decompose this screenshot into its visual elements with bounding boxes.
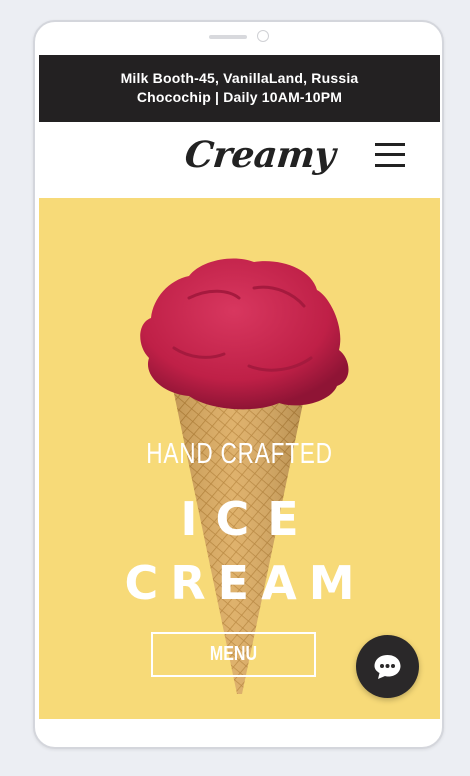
chat-button[interactable] [356, 635, 419, 698]
info-bar: Milk Booth-45, VanillaLand, Russia Choco… [39, 55, 440, 122]
site-logo[interactable]: Creamy [183, 134, 337, 176]
menu-button[interactable]: MENU [151, 632, 316, 677]
menu-button-label: MENU [209, 643, 258, 665]
hamburger-icon[interactable] [375, 141, 405, 169]
mobile-screen: Milk Booth-45, VanillaLand, Russia Choco… [39, 55, 440, 719]
address-text: Milk Booth-45, VanillaLand, Russia [120, 70, 359, 86]
hero-title-line1: ICE [180, 492, 317, 546]
hero-title-line2: CREAM [124, 556, 367, 610]
phone-speaker [209, 35, 247, 39]
hours-text: Chocochip | Daily 10AM-10PM [136, 89, 343, 105]
chat-bubble-icon [374, 655, 401, 679]
site-header: Creamy [39, 122, 440, 198]
hero-subtitle: HAND CRAFTED [146, 438, 333, 470]
phone-camera [257, 30, 269, 42]
